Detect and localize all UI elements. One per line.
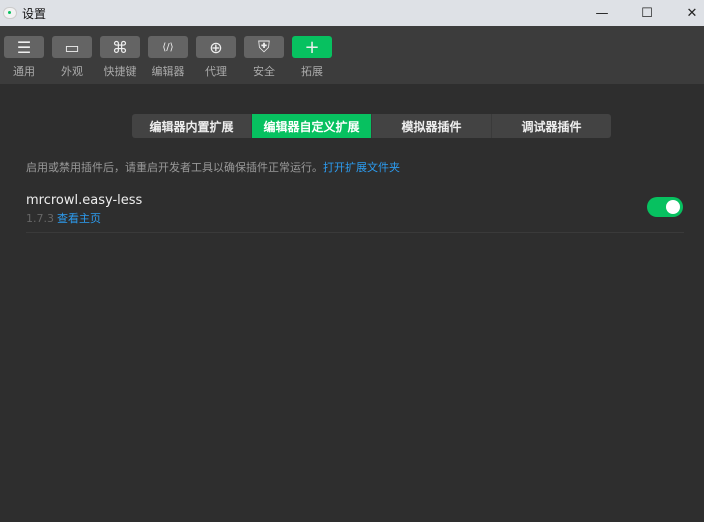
toolbar-security[interactable]: ⛨ 安全 bbox=[244, 36, 284, 79]
toolbar-proxy[interactable]: ⊕ 代理 bbox=[196, 36, 236, 79]
extension-tabs: 编辑器内置扩展 编辑器自定义扩展 模拟器插件 调试器插件 bbox=[132, 114, 611, 138]
minimize-button[interactable]: — bbox=[580, 0, 624, 26]
toolbar-extensions[interactable]: + 拓展 bbox=[292, 36, 332, 79]
settings-toolbar: ☰ 通用 ▭ 外观 ⌘ 快捷键 ⟨/⟩ 编辑器 ⊕ 代理 ⛨ 安全 + 拓展 bbox=[0, 26, 704, 84]
maximize-button[interactable]: ☐ bbox=[625, 0, 669, 26]
hint-text: 启用或禁用插件后，请重启开发者工具以确保插件正常运行。 bbox=[26, 161, 323, 174]
app-logo-icon bbox=[3, 7, 17, 19]
extension-name: mrcrowl.easy-less bbox=[26, 193, 143, 208]
toolbar-label: 拓展 bbox=[301, 65, 323, 78]
close-button[interactable]: ✕ bbox=[670, 0, 704, 26]
homepage-link[interactable]: 查看主页 bbox=[57, 212, 101, 225]
toolbar-general[interactable]: ☰ 通用 bbox=[4, 36, 44, 79]
tab-builtin-extensions[interactable]: 编辑器内置扩展 bbox=[132, 114, 252, 138]
tab-simulator-plugins[interactable]: 模拟器插件 bbox=[372, 114, 492, 138]
restart-hint: 启用或禁用插件后，请重启开发者工具以确保插件正常运行。打开扩展文件夹 bbox=[26, 159, 400, 175]
tab-custom-extensions[interactable]: 编辑器自定义扩展 bbox=[252, 114, 372, 138]
list-item: mrcrowl.easy-less 1.7.3 查看主页 bbox=[26, 193, 684, 233]
sliders-icon: ☰ bbox=[4, 36, 44, 58]
extension-enable-toggle[interactable] bbox=[647, 197, 683, 217]
plus-icon: + bbox=[292, 36, 332, 58]
command-icon: ⌘ bbox=[100, 36, 140, 58]
tab-debugger-plugins[interactable]: 调试器插件 bbox=[492, 114, 611, 138]
code-icon: ⟨/⟩ bbox=[148, 36, 188, 58]
globe-icon: ⊕ bbox=[196, 36, 236, 58]
toolbar-editor[interactable]: ⟨/⟩ 编辑器 bbox=[148, 36, 188, 79]
window-icon: ▭ bbox=[52, 36, 92, 58]
title-bar: 设置 — ☐ ✕ bbox=[0, 0, 704, 26]
open-extension-folder-link[interactable]: 打开扩展文件夹 bbox=[323, 161, 400, 174]
toolbar-shortcuts[interactable]: ⌘ 快捷键 bbox=[100, 36, 140, 79]
shield-icon: ⛨ bbox=[244, 36, 284, 58]
extension-version: 1.7.3 bbox=[26, 212, 54, 225]
toolbar-appearance[interactable]: ▭ 外观 bbox=[52, 36, 92, 79]
window-title: 设置 bbox=[22, 6, 47, 21]
